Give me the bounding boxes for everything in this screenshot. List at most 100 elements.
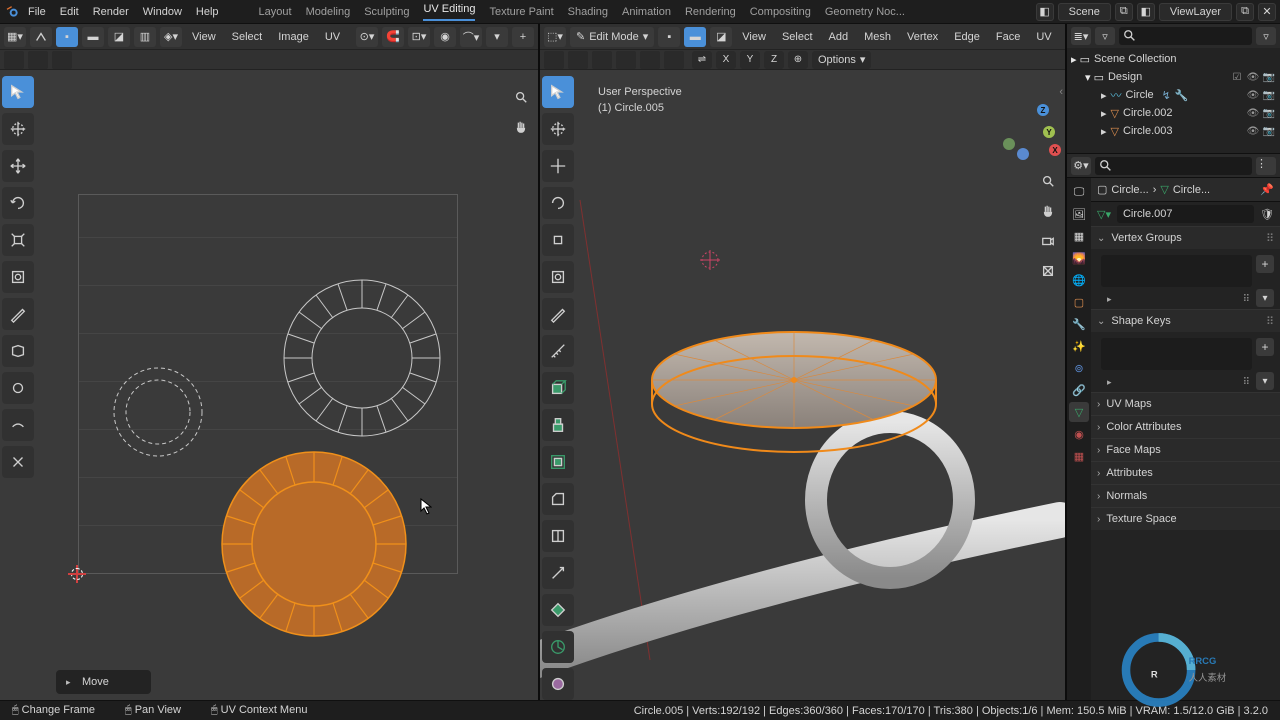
viewport-3d[interactable]: User Perspective (1) Circle.005 Z Y X [540,70,1065,700]
3d-menu-view[interactable]: View [736,31,772,43]
outliner-filter-toggle[interactable]: ▿ [1256,27,1276,45]
prop-tab-render[interactable]: 🖵 [1069,182,1089,202]
hide-icon[interactable]: 👁 [1246,90,1260,101]
panel-header-texture-space[interactable]: Texture Space [1091,508,1280,530]
automerge-icon[interactable]: ⊕ [788,51,808,69]
zoom-3d-icon[interactable] [1037,170,1059,192]
tool-pinch[interactable] [2,446,34,478]
sel-mode-face-icon[interactable]: ◪ [710,27,732,47]
mesh-display-5[interactable] [640,51,660,69]
panel-header-uv-maps[interactable]: UV Maps [1091,393,1280,415]
uv-viewport[interactable]: Move [0,70,538,700]
panel-header-face-maps[interactable]: Face Maps [1091,439,1280,461]
tab-shading[interactable]: Shading [568,6,608,18]
tool-select-box[interactable] [2,76,34,108]
add-shape-key-button[interactable]: + [1256,338,1274,356]
tool-move[interactable] [2,150,34,182]
image-browse-icon[interactable]: ▾ [486,27,508,47]
uv-menu-view[interactable]: View [186,31,222,43]
outliner-collection-design[interactable]: ▾ ▭Design ☑👁📷 [1071,68,1276,86]
tab-texture-paint[interactable]: Texture Paint [489,6,553,18]
outliner-item-circle002[interactable]: ▸▽Circle.002 👁📷 [1071,104,1276,122]
3d-tool-measure[interactable] [542,335,574,367]
last-operator-panel[interactable]: Move [56,670,151,694]
disable-icon[interactable]: 📷 [1262,108,1276,119]
sidebar-toggle-icon[interactable]: ‹ [1059,86,1063,98]
menu-render[interactable]: Render [93,6,129,18]
3d-menu-mesh[interactable]: Mesh [858,31,897,43]
tool-rotate[interactable] [2,187,34,219]
3d-tool-bevel[interactable] [542,483,574,515]
prop-tab-constraints[interactable]: 🔗 [1069,380,1089,400]
tab-modeling[interactable]: Modeling [306,6,351,18]
3d-tool-select[interactable] [542,76,574,108]
prop-tab-texture[interactable]: ▦ [1069,446,1089,466]
tab-uv-editing[interactable]: UV Editing [423,3,475,21]
properties-options-icon[interactable]: ⋮ [1256,157,1276,175]
uv-overlay-toggle-3[interactable] [52,51,72,69]
mesh-display-4[interactable] [616,51,636,69]
editor-type-3d-icon[interactable]: ⬚▾ [544,27,566,47]
3d-menu-face[interactable]: Face [990,31,1026,43]
sel-island-icon[interactable]: ▥ [134,27,156,47]
snap-element-icon[interactable]: ⊡▾ [408,27,430,47]
uv-sync-icon[interactable] [30,27,52,47]
panel-header-normals[interactable]: Normals [1091,485,1280,507]
hide-icon[interactable]: 👁 [1246,126,1260,137]
scene-new-icon[interactable]: ⧉ [1115,3,1133,21]
fake-user-icon[interactable]: 🛡 [1260,208,1274,221]
add-vertex-group-button[interactable]: + [1256,255,1274,273]
viewlayer-new-icon[interactable]: ⧉ [1236,3,1254,21]
3d-tool-knife[interactable] [542,557,574,589]
panel-header-vertex-groups[interactable]: Vertex Groups⠿ [1091,227,1280,249]
sticky-select-icon[interactable]: ◈▾ [160,27,182,47]
vertex-groups-list[interactable] [1101,255,1252,287]
outliner-type-icon[interactable]: ≣▾ [1071,27,1091,45]
exclude-icon[interactable]: ☑ [1230,72,1244,83]
disable-icon[interactable]: 📷 [1262,72,1276,83]
vertex-groups-specials-button[interactable]: ▾ [1256,289,1274,307]
3d-tool-transform[interactable] [542,261,574,293]
tool-annotate[interactable] [2,298,34,330]
menu-edit[interactable]: Edit [60,6,79,18]
menu-help[interactable]: Help [196,6,219,18]
snap-toggle-icon[interactable]: 🧲 [382,27,404,47]
3d-menu-uv[interactable]: UV [1030,31,1057,43]
proportional-toggle-icon[interactable]: ◉ [434,27,456,47]
pan-3d-icon[interactable] [1037,200,1059,222]
prop-tab-object[interactable]: ▢ [1069,292,1089,312]
options-dropdown[interactable]: Options▾ [812,51,871,69]
hide-icon[interactable]: 👁 [1246,108,1260,119]
viewlayer-selector[interactable]: ViewLayer [1159,3,1232,21]
3d-tool-move[interactable] [542,150,574,182]
3d-menu-edge[interactable]: Edge [948,31,986,43]
prop-tab-world[interactable]: 🌐 [1069,270,1089,290]
uv-menu-uv[interactable]: UV [319,31,346,43]
image-new-icon[interactable]: + [512,27,534,47]
disable-icon[interactable]: 📷 [1262,90,1276,101]
sel-edge-icon[interactable]: ▬ [82,27,104,47]
uv-overlay-toggle-2[interactable] [28,51,48,69]
pin-icon[interactable]: 📌 [1260,183,1274,196]
viewlayer-delete-icon[interactable]: ✕ [1258,3,1276,21]
sel-vertex-icon[interactable]: ▪ [56,27,78,47]
sel-mode-edge-icon[interactable]: ▬ [684,27,706,47]
panel-header-attributes[interactable]: Attributes [1091,462,1280,484]
outliner-filter-icon[interactable]: ▿ [1095,27,1115,45]
pivot-icon[interactable]: ⊙▾ [356,27,378,47]
prop-tab-data[interactable]: ▽ [1069,402,1089,422]
object-name-field[interactable]: Circle.007 [1117,205,1254,223]
tool-rip[interactable] [2,335,34,367]
panel-header-color-attributes[interactable]: Color Attributes [1091,416,1280,438]
3d-tool-extrude[interactable] [542,409,574,441]
outliner-item-circle[interactable]: ▸〰Circle ↯🔧 👁📷 [1071,86,1276,104]
3d-menu-add[interactable]: Add [823,31,855,43]
scene-selector[interactable]: Scene [1058,3,1111,21]
axis-z-toggle[interactable]: Z [764,51,784,69]
viewlayer-browse-icon[interactable]: ◧ [1137,3,1155,21]
pan-icon[interactable] [510,116,532,138]
editor-type-icon[interactable]: ▦▾ [4,27,26,47]
menu-file[interactable]: File [28,6,46,18]
tab-geometry-nodes[interactable]: Geometry Noc... [825,6,905,18]
tool-scale[interactable] [2,224,34,256]
